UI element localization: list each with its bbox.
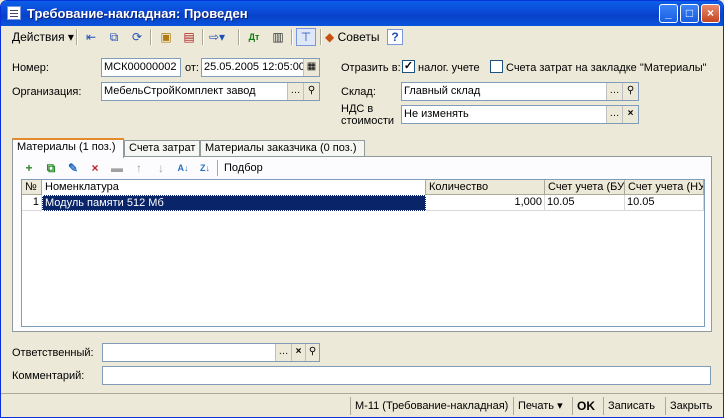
end-edit-icon: ▬ (111, 161, 123, 175)
edit-row-icon[interactable]: ✎ (65, 160, 81, 176)
responsible-field[interactable]: … × ⚲ (102, 343, 320, 362)
select-ellipsis-button[interactable]: … (606, 106, 622, 123)
row-quantity[interactable]: 1,000 (426, 195, 545, 211)
refresh-icon[interactable]: ⟳ (127, 28, 147, 46)
document-icon (7, 6, 21, 20)
number-field[interactable]: МСК00000002 (101, 58, 181, 77)
tips-button[interactable]: ◆ Советы (325, 28, 380, 46)
add-row-icon[interactable]: + (21, 160, 37, 176)
organization-label: Организация: (12, 86, 82, 98)
number-label: Номер: (12, 62, 49, 74)
document-window: Требование-накладная: Проведен _ □ × Дей… (0, 0, 724, 418)
maximize-button[interactable]: □ (680, 4, 699, 23)
column-header-account-nu[interactable]: Счет учета (НУ) (625, 180, 704, 195)
actions-menu-button[interactable]: Действия ▾ (8, 28, 78, 46)
organization-value: МебельСтройКомплект завод (104, 85, 256, 97)
reflect-label: Отразить в: (341, 62, 401, 74)
structure-toggle-icon[interactable]: ⊤ (296, 28, 316, 46)
column-header-account-bu[interactable]: Счет учета (БУ) (545, 180, 625, 195)
comment-field[interactable] (102, 366, 711, 385)
tips-label: Советы (337, 30, 380, 44)
selection-button[interactable]: Подбор (224, 162, 263, 174)
column-header-nomenclature[interactable]: Номенклатура (42, 180, 426, 195)
close-window-button[interactable]: × (701, 4, 720, 23)
tips-icon: ◆ (325, 30, 335, 44)
date-value: 25.05.2005 12:05:00 (204, 61, 305, 73)
dt-kt-icon[interactable]: Дт (244, 28, 264, 46)
toolbar-separator (238, 29, 240, 45)
tab-cost-accounts[interactable]: Счета затрат (124, 140, 200, 157)
window-title: Требование-накладная: Проведен (27, 6, 248, 21)
copy-row-icon[interactable]: ⧉ (43, 160, 59, 176)
row-nomenclature[interactable]: Модуль памяти 512 Мб (42, 195, 426, 211)
structure-icon[interactable]: ⧉ (104, 28, 124, 46)
responsible-label: Ответственный: (12, 347, 94, 359)
create-based-on-icon[interactable]: ⇨▾ (207, 28, 227, 46)
vat-value: Не изменять (404, 108, 469, 120)
clear-icon[interactable]: × (291, 344, 305, 361)
report-icon[interactable]: ▥ (268, 28, 288, 46)
vat-field[interactable]: Не изменять … × (401, 105, 639, 124)
materials-table: № Номенклатура Количество Счет учета (БУ… (21, 179, 705, 327)
table-header: № Номенклатура Количество Счет учета (БУ… (22, 180, 704, 195)
move-down-icon: ↓ (158, 161, 164, 175)
select-ellipsis-button[interactable]: … (275, 344, 291, 361)
print-menu-button[interactable]: Печать ▾ (513, 397, 567, 415)
sort-descending-icon[interactable]: Z↓ (197, 160, 213, 176)
save-button[interactable]: Записать (603, 397, 659, 415)
toolbar-separator (217, 160, 219, 176)
ok-button[interactable]: OK (572, 397, 599, 415)
date-label: от: (185, 62, 199, 74)
search-icon[interactable]: ⚲ (303, 83, 319, 100)
close-button[interactable]: Закрыть (665, 397, 716, 415)
cost-accounts-label: Счета затрат на закладке "Материалы" (506, 62, 707, 74)
tab-materials[interactable]: Материалы (1 поз.) (12, 138, 124, 158)
row-account-nu[interactable]: 10.05 (625, 195, 704, 211)
unpost-document-icon[interactable]: ▤ (179, 28, 199, 46)
toolbar-separator (202, 29, 204, 45)
toolbar-separator (291, 29, 293, 45)
column-header-number[interactable]: № (22, 180, 42, 195)
minimize-button[interactable]: _ (659, 4, 678, 23)
toolbar-separator (320, 29, 322, 45)
vat-label-line2: стоимости (341, 115, 395, 127)
delete-row-icon[interactable]: × (87, 160, 103, 176)
help-button[interactable]: ? (387, 29, 403, 45)
print-form-name-button[interactable]: М-11 (Требование-накладная) (350, 397, 512, 415)
go-back-icon[interactable]: ⇤ (81, 28, 101, 46)
column-header-quantity[interactable]: Количество (426, 180, 545, 195)
sort-ascending-icon[interactable]: A↓ (175, 160, 191, 176)
organization-field[interactable]: МебельСтройКомплект завод … ⚲ (101, 82, 320, 101)
select-ellipsis-button[interactable]: … (606, 83, 622, 100)
cost-accounts-checkbox[interactable] (490, 60, 503, 73)
tab-customer-materials[interactable]: Материалы заказчика (0 поз.) (200, 140, 365, 157)
row-account-bu[interactable]: 10.05 (545, 195, 625, 211)
bottom-button-bar: М-11 (Требование-накладная) Печать ▾ OK … (1, 393, 723, 417)
title-bar: Требование-накладная: Проведен _ □ × (1, 1, 723, 26)
warehouse-label: Склад: (341, 86, 376, 98)
tax-accounting-label: налог. учете (418, 62, 480, 74)
search-icon[interactable]: ⚲ (305, 344, 319, 361)
comment-label: Комментарий: (12, 370, 85, 382)
move-up-icon: ↑ (136, 161, 142, 175)
toolbar-separator (150, 29, 152, 45)
tax-accounting-checkbox[interactable]: ✓ (402, 60, 415, 73)
table-row[interactable]: 1 Модуль памяти 512 Мб 1,000 10.05 10.05 (22, 195, 704, 211)
select-ellipsis-button[interactable]: … (287, 83, 303, 100)
date-field[interactable]: 25.05.2005 12:05:00 ▦ (201, 58, 320, 77)
warehouse-value: Главный склад (404, 85, 481, 97)
vat-label-line1: НДС в (341, 103, 374, 115)
search-icon[interactable]: ⚲ (622, 83, 638, 100)
calendar-icon[interactable]: ▦ (303, 59, 319, 76)
post-document-icon[interactable]: ▣ (156, 28, 176, 46)
main-toolbar: Действия ▾ ⇤ ⧉ ⟳ ▣ ▤ ⇨▾ Дт ▥ ⊤ ◆ Советы … (4, 27, 720, 47)
row-number: 1 (22, 195, 42, 211)
toolbar-separator (76, 29, 78, 45)
clear-icon[interactable]: × (622, 106, 638, 123)
warehouse-field[interactable]: Главный склад … ⚲ (401, 82, 639, 101)
materials-panel: + ⧉ ✎ × ▬ ↑ ↓ A↓ Z↓ Подбор № Номенклатур… (12, 156, 712, 332)
